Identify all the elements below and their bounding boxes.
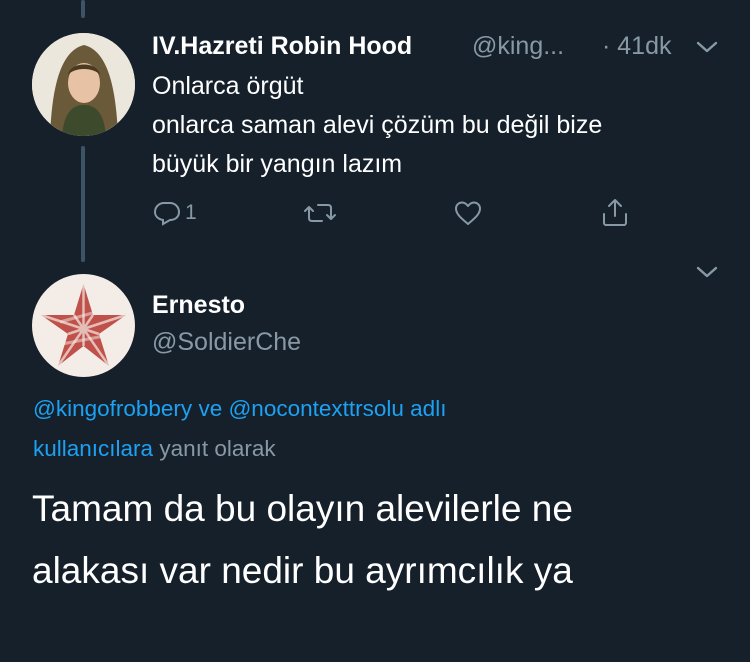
reply-button[interactable]: 1 [152,198,197,228]
main-tweet-line-1: Tamam da bu olayın alevilerle ne [32,488,573,529]
parent-tweet-line-1: Onlarca örgüt [152,72,304,100]
parent-display-name[interactable]: IV.Hazreti Robin Hood [152,32,412,61]
main-avatar[interactable] [32,274,135,377]
parent-handle[interactable]: @king... [472,32,564,61]
main-handle[interactable]: @SoldierChe [152,328,301,357]
main-tweet-line-2: alakası var nedir bu ayrımcılık ya [32,550,573,591]
share-button[interactable] [600,196,630,228]
retweet-button[interactable] [302,198,338,228]
like-icon [453,198,483,228]
reply-to-users-link[interactable]: kullanıcılara [33,436,153,461]
reply-context-line-2: kullanıcılara yanıt olarak [33,436,633,462]
thread-line-top [81,0,85,18]
thread-line-mid [81,146,85,262]
parent-timestamp[interactable]: · 41dk [602,32,671,61]
chevron-down-icon[interactable] [695,262,719,282]
reply-to-connector: ve [198,396,223,421]
retweet-icon [302,198,338,228]
reply-icon [152,198,182,228]
reply-to-label: yanıt olarak [159,436,276,461]
share-icon [600,196,630,228]
reply-count: 1 [185,201,197,224]
chevron-down-icon[interactable] [695,37,719,57]
reply-to-user-2[interactable]: @nocontexttrsolu [228,396,403,421]
parent-tweet-line-3: büyük bir yangın lazım [152,150,403,178]
like-button[interactable] [453,198,483,228]
main-display-name[interactable]: Ernesto [152,291,245,320]
parent-avatar[interactable] [32,33,135,136]
parent-tweet-line-2: onlarca saman alevi çözüm bu değil bize [152,111,603,139]
reply-context-line-1: @kingofrobbery ve @nocontexttrsolu adlı [33,396,446,422]
reply-to-user-1[interactable]: @kingofrobbery [33,396,192,421]
reply-to-users-link-start[interactable]: adlı [410,396,446,421]
